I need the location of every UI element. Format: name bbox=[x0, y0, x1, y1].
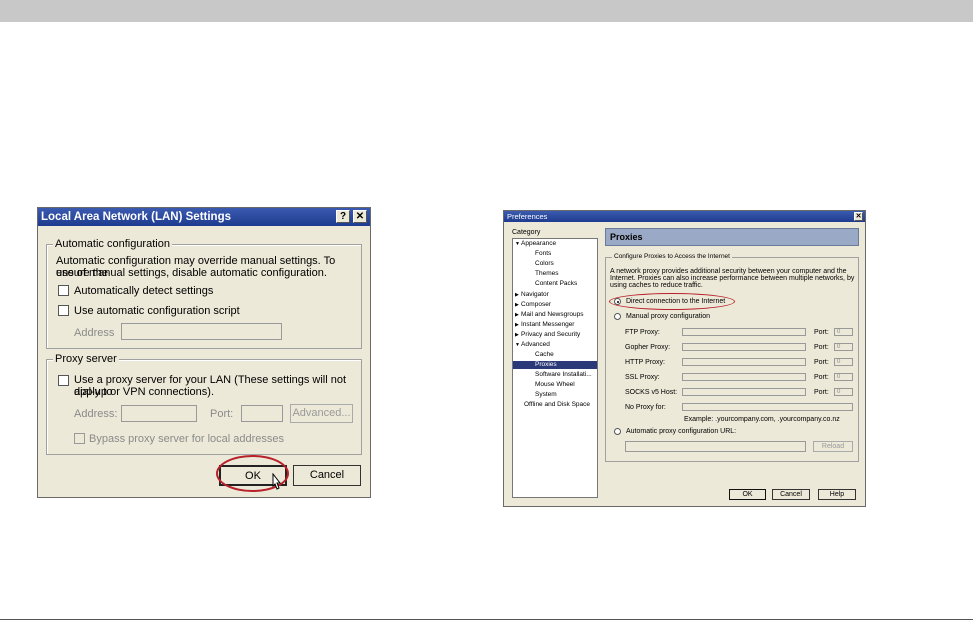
pref-dialog-title: Preferences bbox=[507, 212, 548, 221]
no-proxy-input[interactable] bbox=[682, 403, 853, 411]
auto-config-legend: Automatic configuration bbox=[53, 238, 172, 250]
tree-item-messenger[interactable]: ▶ Instant Messenger bbox=[515, 321, 574, 329]
tree-item-offline[interactable]: Offline and Disk Space bbox=[524, 401, 590, 409]
ftp-port-input[interactable]: 0 bbox=[834, 328, 853, 336]
manual-proxy-label: Manual proxy configuration bbox=[626, 313, 711, 320]
preferences-dialog: Preferences ✕ Category ▼Appearance Fonts… bbox=[503, 210, 866, 507]
reload-button[interactable]: Reload bbox=[813, 441, 853, 452]
footer-rule bbox=[0, 619, 973, 620]
ftp-proxy-label: FTP Proxy: bbox=[625, 329, 660, 336]
use-proxy-label-2: dial-up or VPN connections). bbox=[74, 386, 215, 398]
configure-proxies-group: Configure Proxies to Access the Internet… bbox=[605, 253, 859, 462]
socks-host-input[interactable] bbox=[682, 388, 806, 396]
tree-item-advanced[interactable]: ▼Advanced bbox=[515, 341, 550, 349]
tree-item-appearance[interactable]: ▼Appearance bbox=[515, 240, 556, 248]
auto-detect-checkbox[interactable] bbox=[58, 285, 69, 296]
cancel-button[interactable]: Cancel bbox=[293, 465, 361, 486]
auto-script-checkbox[interactable] bbox=[58, 305, 69, 316]
gopher-port-label: Port: bbox=[814, 344, 829, 351]
auto-proxy-url-input[interactable] bbox=[625, 441, 806, 452]
tree-item-composer[interactable]: ▶ Composer bbox=[515, 301, 551, 309]
pref-help-button[interactable]: Help bbox=[818, 489, 856, 500]
mouse-cursor-icon bbox=[272, 473, 282, 490]
proxies-desc-3: using caches to reduce traffic. bbox=[610, 282, 703, 289]
proxy-port-input[interactable] bbox=[241, 405, 283, 422]
socks-port-input[interactable]: 0 bbox=[834, 388, 853, 396]
tree-item-software-install[interactable]: Software Installati... bbox=[535, 371, 592, 379]
gopher-proxy-label: Gopher Proxy: bbox=[625, 344, 671, 351]
proxy-server-legend: Proxy server bbox=[53, 353, 119, 365]
bypass-local-checkbox[interactable] bbox=[74, 433, 85, 444]
lan-dialog-titlebar: Local Area Network (LAN) Settings ? ✕ bbox=[38, 208, 370, 226]
pref-ok-button[interactable]: OK bbox=[729, 489, 766, 500]
auto-script-label: Use automatic configuration script bbox=[74, 305, 240, 317]
direct-highlight-circle bbox=[609, 293, 735, 310]
script-address-label: Address bbox=[74, 327, 115, 339]
auto-config-desc-2: use of manual settings, disable automati… bbox=[56, 267, 327, 279]
proxy-port-label: Port: bbox=[210, 408, 234, 420]
tree-item-privacy[interactable]: ▶ Privacy and Security bbox=[515, 331, 580, 339]
socks-host-label: SOCKS v5 Host: bbox=[625, 389, 678, 396]
tree-item-mouse-wheel[interactable]: Mouse Wheel bbox=[535, 381, 575, 389]
ssl-port-input[interactable]: 0 bbox=[834, 373, 853, 381]
tree-item-content-packs[interactable]: Content Packs bbox=[535, 280, 577, 288]
tree-item-colors[interactable]: Colors bbox=[535, 260, 554, 268]
ssl-proxy-label: SSL Proxy: bbox=[625, 374, 660, 381]
proxy-server-group: Proxy server Use a proxy server for your… bbox=[46, 353, 362, 455]
http-proxy-input[interactable] bbox=[682, 358, 806, 366]
socks-port-label: Port: bbox=[814, 389, 829, 396]
tree-item-mail[interactable]: ▶ Mail and Newsgroups bbox=[515, 311, 584, 319]
tree-item-themes[interactable]: Themes bbox=[535, 270, 558, 278]
pref-cancel-button[interactable]: Cancel bbox=[772, 489, 810, 500]
ftp-port-label: Port: bbox=[814, 329, 829, 336]
proxy-address-label: Address: bbox=[74, 408, 118, 420]
bypass-local-label: Bypass proxy server for local addresses bbox=[89, 433, 285, 445]
top-banner bbox=[0, 0, 973, 22]
automatic-configuration-group: Automatic configuration Automatic config… bbox=[46, 238, 362, 349]
tree-item-system[interactable]: System bbox=[535, 391, 557, 399]
advanced-button[interactable]: Advanced... bbox=[290, 404, 353, 423]
category-label: Category bbox=[512, 229, 541, 236]
pref-dialog-titlebar: Preferences ✕ bbox=[504, 211, 865, 222]
no-proxy-example: Example: .yourcompany.com, .yourcompany.… bbox=[684, 416, 840, 423]
tree-item-fonts[interactable]: Fonts bbox=[535, 250, 551, 258]
auto-proxy-url-radio[interactable] bbox=[614, 428, 621, 435]
use-proxy-checkbox[interactable] bbox=[58, 375, 69, 386]
gopher-port-input[interactable]: 0 bbox=[834, 343, 853, 351]
category-tree[interactable]: ▼Appearance Fonts Colors Themes Content … bbox=[512, 238, 598, 498]
http-port-label: Port: bbox=[814, 359, 829, 366]
script-address-input[interactable] bbox=[121, 323, 282, 340]
lan-dialog-title: Local Area Network (LAN) Settings bbox=[41, 211, 231, 223]
no-proxy-label: No Proxy for: bbox=[625, 404, 666, 411]
gopher-proxy-input[interactable] bbox=[682, 343, 806, 351]
close-button[interactable]: ✕ bbox=[353, 210, 367, 223]
proxies-panel-title: Proxies bbox=[605, 228, 859, 246]
http-proxy-label: HTTP Proxy: bbox=[625, 359, 665, 366]
tree-item-cache[interactable]: Cache bbox=[535, 351, 554, 359]
pref-close-button[interactable]: ✕ bbox=[854, 212, 863, 221]
ftp-proxy-input[interactable] bbox=[682, 328, 806, 336]
ssl-proxy-input[interactable] bbox=[682, 373, 806, 381]
http-port-input[interactable]: 0 bbox=[834, 358, 853, 366]
help-button[interactable]: ? bbox=[336, 210, 350, 223]
ssl-port-label: Port: bbox=[814, 374, 829, 381]
configure-proxies-legend: Configure Proxies to Access the Internet bbox=[612, 253, 732, 261]
manual-proxy-radio[interactable] bbox=[614, 313, 621, 320]
proxy-address-input[interactable] bbox=[121, 405, 197, 422]
auto-detect-label: Automatically detect settings bbox=[74, 285, 214, 297]
tree-item-navigator[interactable]: ▶ Navigator bbox=[515, 291, 549, 299]
lan-settings-dialog: Local Area Network (LAN) Settings ? ✕ Au… bbox=[37, 207, 371, 498]
auto-proxy-url-label: Automatic proxy configuration URL: bbox=[626, 428, 737, 435]
tree-item-proxies[interactable]: Proxies bbox=[513, 361, 597, 369]
